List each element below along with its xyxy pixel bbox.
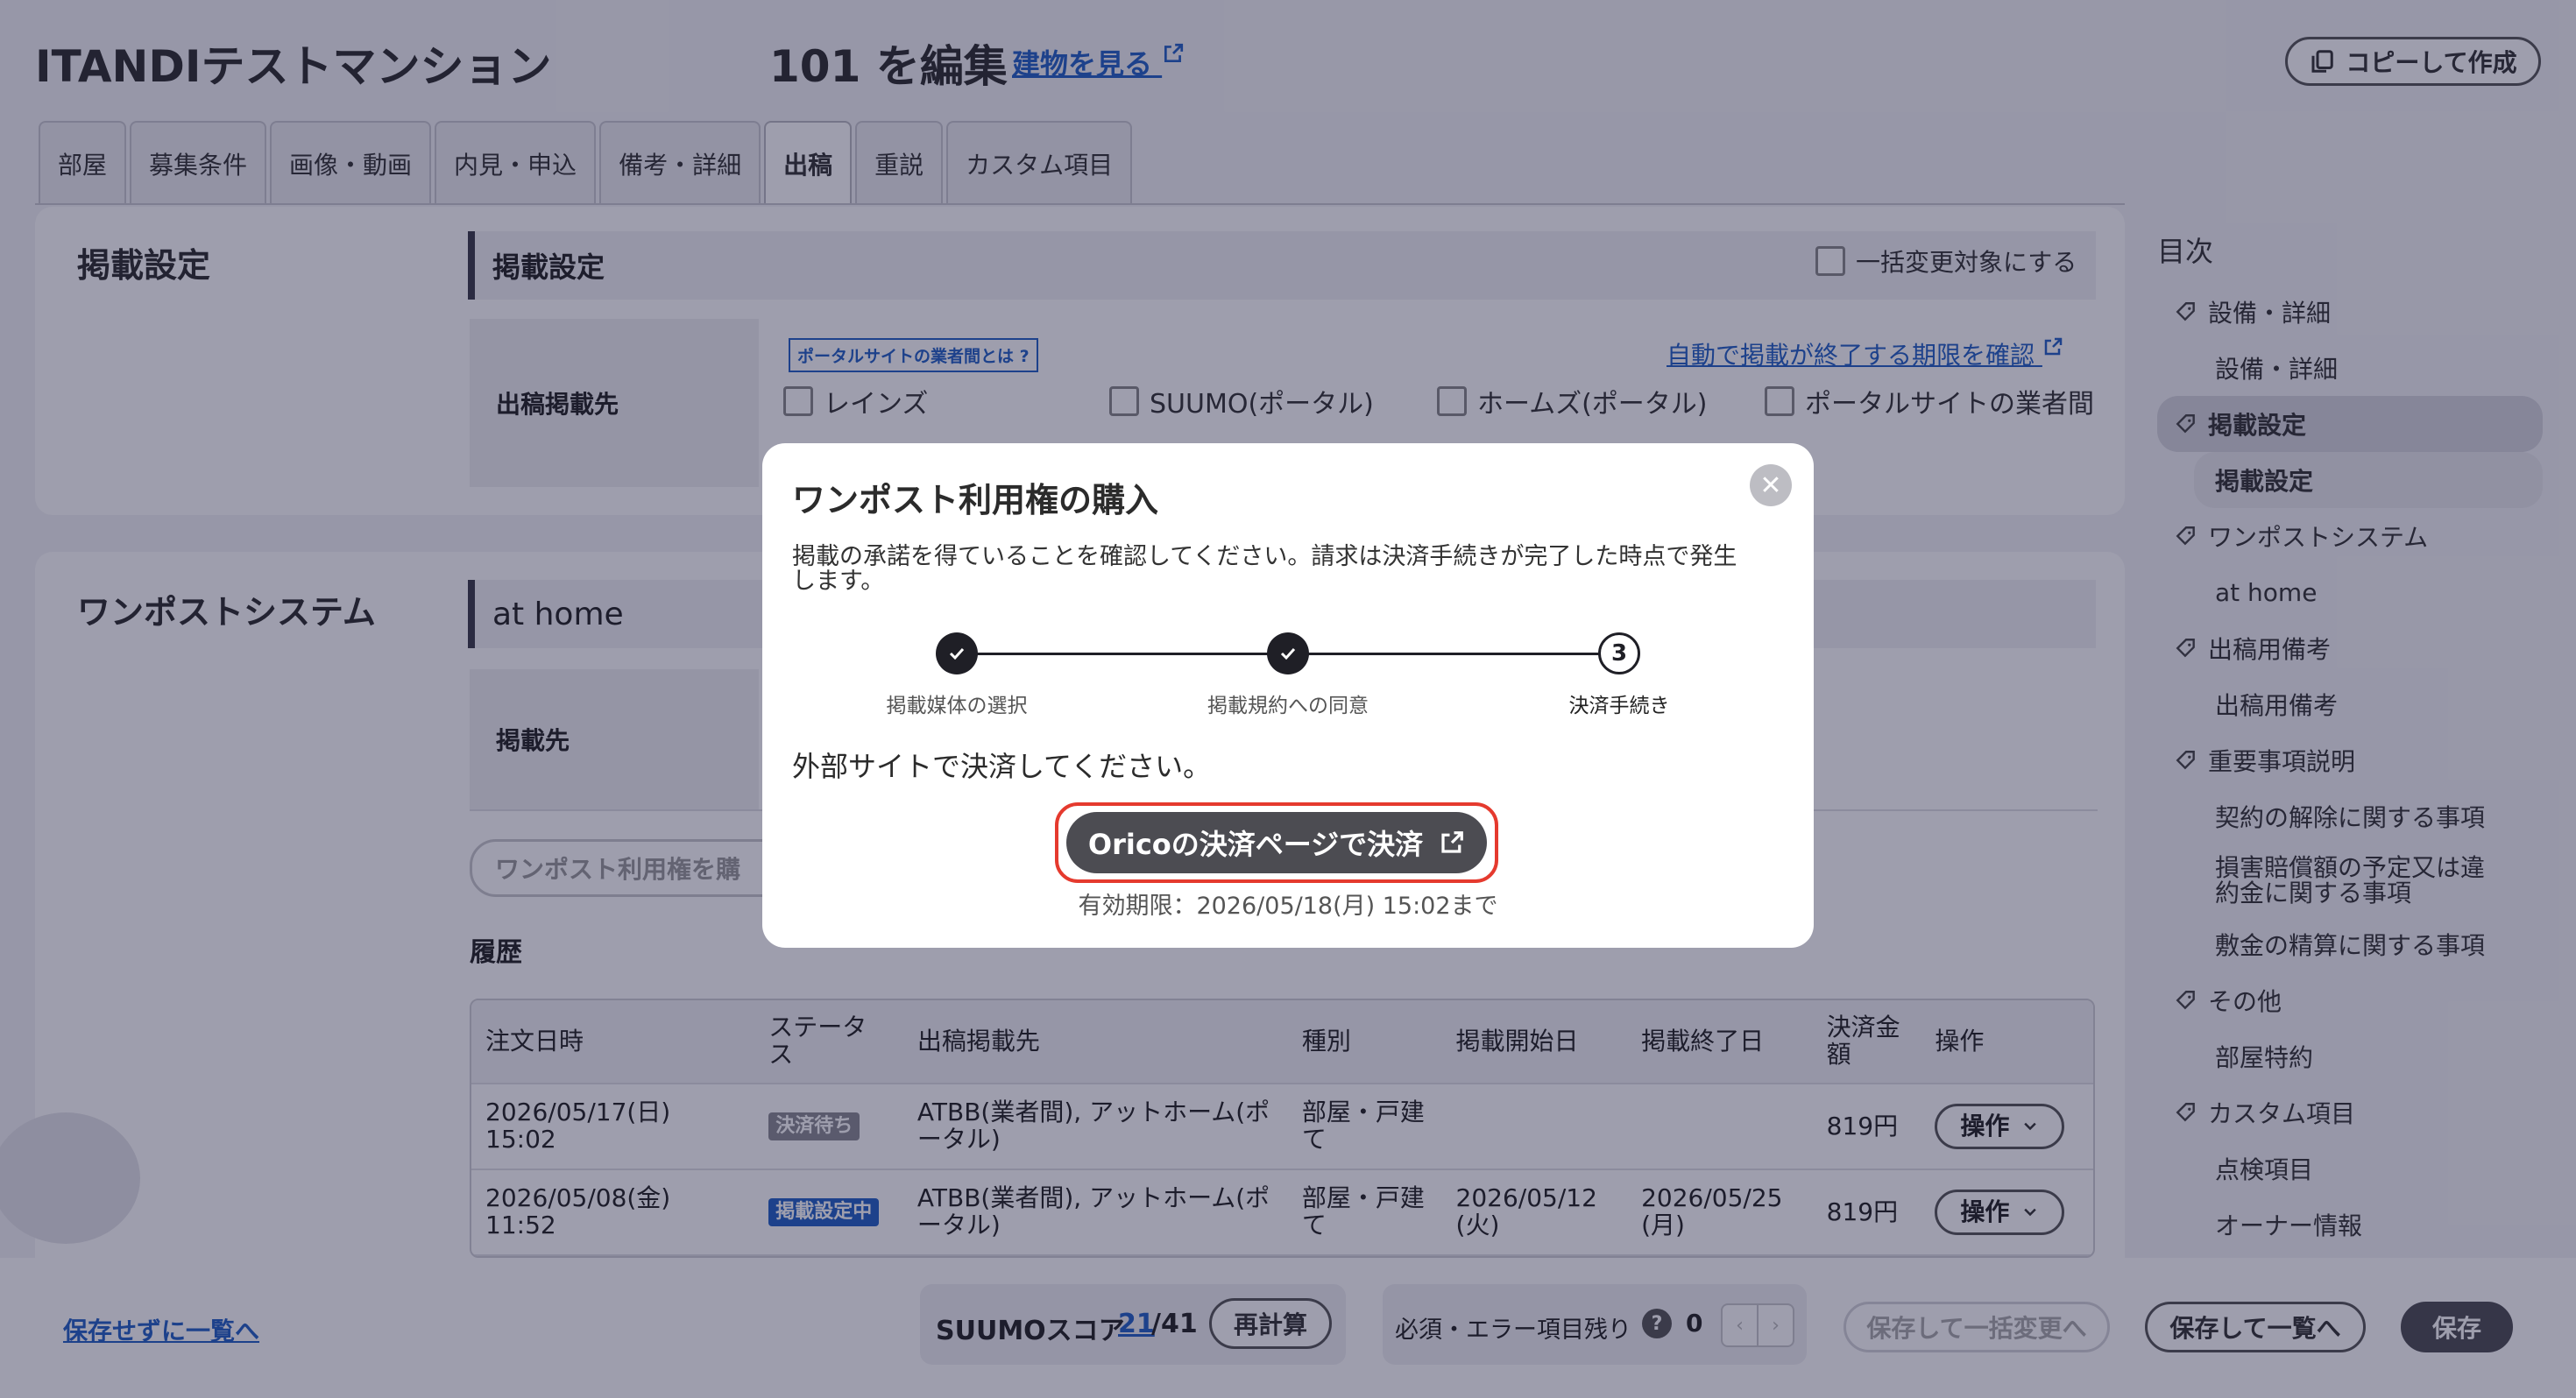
step-3-number: 3 (1598, 632, 1640, 674)
modal-instruction: 外部サイトで決済してください。 (792, 750, 1212, 783)
step-1-label: 掲載媒体の選択 (886, 695, 1028, 717)
modal-description-line: 掲載の承諾を得ていることを確認してください。請求は決済手続きが完了した時点で発生 (792, 543, 1737, 570)
modal-description: 掲載の承諾を得ていることを確認してください。請求は決済手続きが完了した時点で発生… (792, 543, 1791, 596)
highlight-ring: Oricoの決済ページで決済 (1055, 802, 1498, 883)
orico-payment-label: Oricoの決済ページで決済 (1087, 828, 1424, 861)
step-2-check-icon (1267, 632, 1309, 674)
step-2-label: 掲載規約への同意 (1207, 695, 1369, 717)
external-link-icon (1441, 831, 1464, 853)
close-icon[interactable]: ✕ (1750, 464, 1792, 506)
step-3-label: 決済手続き (1568, 695, 1670, 717)
orico-payment-button[interactable]: Oricoの決済ページで決済 (1066, 812, 1487, 873)
purchase-modal: ワンポスト利用権の購入 ✕ 掲載の承諾を得ていることを確認してください。請求は決… (762, 443, 1814, 948)
modal-description-line: します。 (792, 568, 885, 596)
expiry-text: 有効期限：2026/05/18(月) 15:02まで (1078, 893, 1498, 920)
modal-title: ワンポスト利用権の購入 (792, 481, 1159, 519)
step-1-check-icon (936, 632, 978, 674)
